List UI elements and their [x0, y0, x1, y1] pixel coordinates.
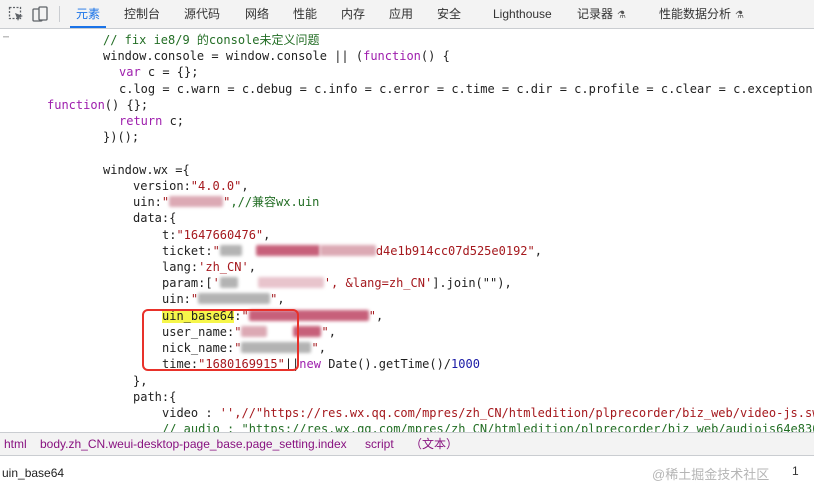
code-line: // audio : "https://res.wx.qq.com/mpres/…: [162, 422, 814, 432]
tab-recorder[interactable]: 记录器 ⚗: [577, 0, 626, 28]
code-line: window.console = window.console || (func…: [103, 49, 450, 63]
code-line: uin:" ",//兼容wx.uin: [133, 195, 320, 209]
code-line: t:"1647660476",: [162, 228, 271, 242]
tab-performance-insights-label: 性能数据分析: [659, 7, 732, 21]
inspect-element-icon[interactable]: [8, 6, 24, 22]
redacted-value: [257, 277, 324, 288]
tab-sources[interactable]: 源代码: [184, 0, 220, 28]
code-line: path:{: [133, 390, 177, 404]
search-match-count: 1: [792, 464, 799, 478]
code-line: uin:" ",: [162, 292, 285, 306]
redacted-value: [319, 245, 376, 256]
redacted-value: [198, 293, 271, 304]
breadcrumb-body[interactable]: body.zh_CN.weui-desktop-page_base.page_s…: [40, 433, 347, 455]
code-line: },: [133, 374, 148, 388]
redacted-value: [219, 277, 238, 288]
device-toggle-icon[interactable]: [32, 6, 48, 22]
search-input[interactable]: [2, 464, 642, 482]
tab-network[interactable]: 网络: [245, 0, 269, 28]
flask-icon: ⚗: [735, 10, 744, 21]
tab-lighthouse[interactable]: Lighthouse: [493, 0, 552, 28]
code-line: c.log = c.warn = c.debug = c.info = c.er…: [119, 82, 813, 96]
tab-performance-insights[interactable]: 性能数据分析 ⚗: [659, 0, 744, 28]
tab-security[interactable]: 安全: [437, 0, 461, 28]
breadcrumb-html[interactable]: html: [4, 433, 27, 455]
code-line: data:{: [133, 211, 177, 225]
devtools-toolbar: 元素 控制台 源代码 网络 性能 内存 应用 安全 Lighthouse 记录器…: [0, 0, 814, 29]
breadcrumb-script[interactable]: script: [365, 433, 394, 455]
code-line: function() {};: [47, 98, 149, 112]
script-source-view[interactable]: ⋯ // fix ie8/9 的console未定义问题 window.cons…: [0, 29, 814, 432]
tab-recorder-label: 记录器: [577, 7, 614, 21]
breadcrumb-text-node[interactable]: （文本）: [410, 433, 458, 455]
code-line: return c;: [119, 114, 185, 128]
annotation-highlight-box: [142, 309, 299, 371]
code-line: lang:'zh_CN',: [162, 260, 256, 274]
flask-icon: ⚗: [617, 10, 626, 21]
code-line: })();: [103, 130, 140, 144]
code-line: video : '',//"https://res.wx.qq.com/mpre…: [162, 406, 814, 420]
code-line: window.wx ={: [103, 163, 190, 177]
search-bar: @稀土掘金技术社区 1: [0, 456, 814, 489]
code-line: ticket:" d4e1b914cc07d525e0192",: [162, 244, 542, 258]
code-line: // fix ie8/9 的console未定义问题: [103, 33, 320, 47]
code-line: version:"4.0.0",: [133, 179, 249, 193]
redacted-value: [219, 245, 242, 256]
watermark: @稀土掘金技术社区: [652, 467, 770, 482]
code-line: var c = {};: [119, 65, 199, 79]
tab-application[interactable]: 应用: [389, 0, 413, 28]
breadcrumb: html body.zh_CN.weui-desktop-page_base.p…: [0, 432, 814, 456]
redacted-value: [255, 245, 320, 256]
tab-memory[interactable]: 内存: [341, 0, 365, 28]
tab-performance[interactable]: 性能: [293, 0, 317, 28]
toolbar-separator: [59, 6, 60, 22]
tab-console[interactable]: 控制台: [124, 0, 160, 28]
code-line: param:[' ', &lang=zh_CN'].join(""),: [162, 276, 512, 290]
redacted-value: [169, 196, 224, 207]
collapse-ellipsis-icon[interactable]: ⋯: [3, 30, 9, 46]
tab-elements[interactable]: 元素: [70, 0, 106, 28]
